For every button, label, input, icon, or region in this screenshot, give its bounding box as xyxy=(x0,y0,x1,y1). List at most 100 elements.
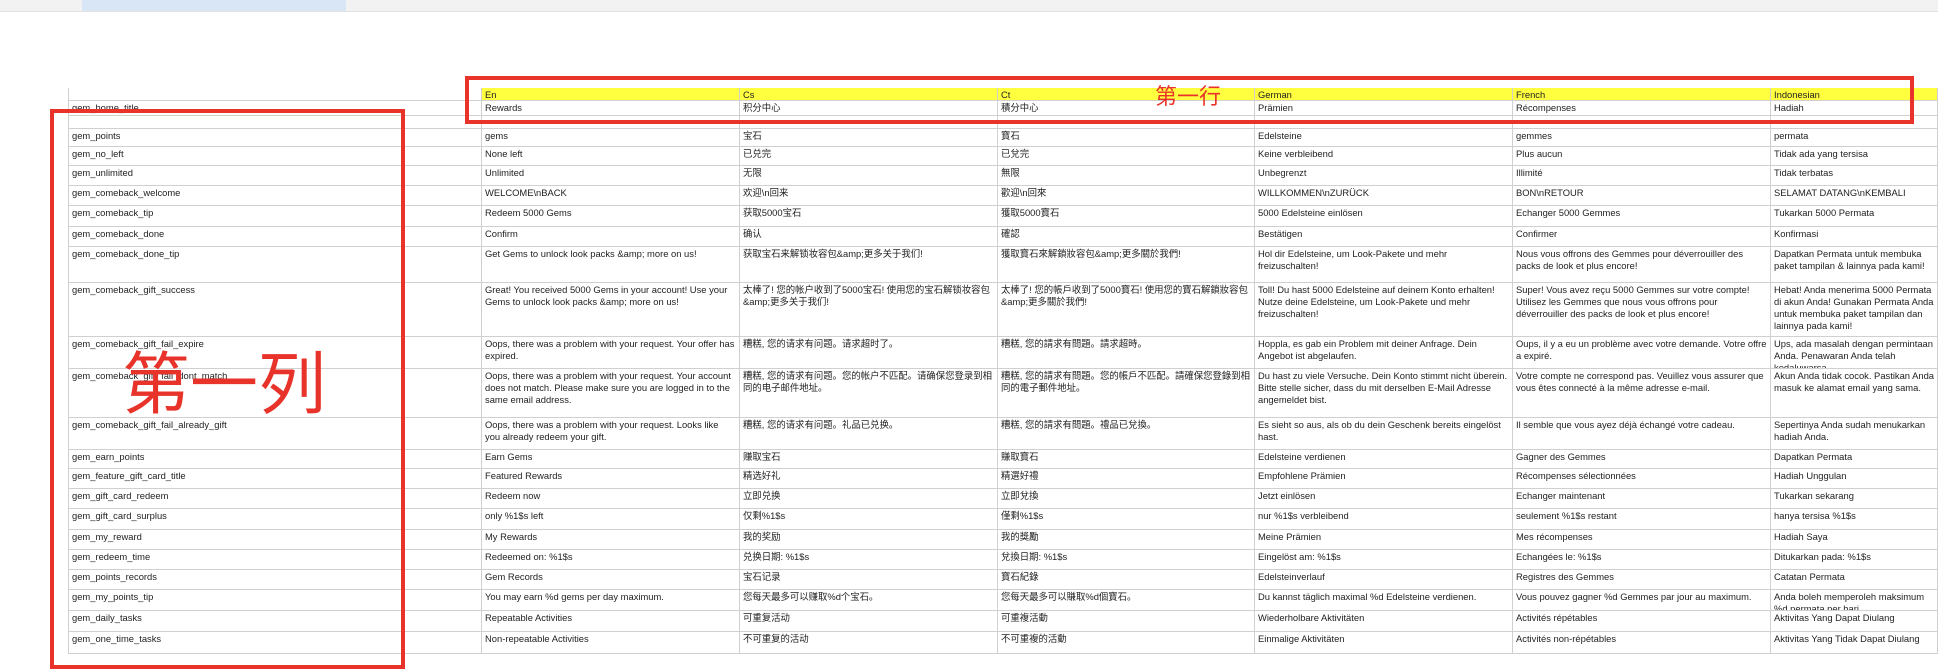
translation-cell[interactable]: You may earn %d gems per day maximum. xyxy=(482,590,740,611)
translation-cell[interactable]: 歡迎\n回來 xyxy=(998,186,1255,206)
translation-cell[interactable]: 无限 xyxy=(740,166,998,186)
translation-cell[interactable]: Activités non-répétables xyxy=(1513,632,1771,654)
translation-cell[interactable]: Es sieht so aus, als ob du dein Geschenk… xyxy=(1255,418,1513,450)
translation-cell[interactable]: Dapatkan Permata untuk membuka paket tam… xyxy=(1771,247,1938,283)
translation-cell[interactable]: 可重複活動 xyxy=(998,611,1255,632)
translation-cell[interactable]: Hadiah Saya xyxy=(1771,530,1938,550)
translation-cell[interactable]: 赚取宝石 xyxy=(740,450,998,469)
translation-cell[interactable]: Get Gems to unlock look packs &amp; more… xyxy=(482,247,740,283)
translation-cell[interactable]: Récompenses sélectionnées xyxy=(1513,469,1771,489)
translation-cell[interactable]: Wiederholbare Aktivitäten xyxy=(1255,611,1513,632)
translation-cell[interactable]: Oops, there was a problem with your requ… xyxy=(482,418,740,450)
translation-cell[interactable]: Illimité xyxy=(1513,166,1771,186)
translation-cell[interactable]: 兑换日期: %1$s xyxy=(740,550,998,570)
translation-cell[interactable]: 糟糕, 您的请求有问题。您的帐户不匹配。请确保您登录到相同的电子邮件地址。 xyxy=(740,369,998,418)
translation-cell[interactable]: 糟糕, 您的请求有问题。请求超时了。 xyxy=(740,337,998,369)
translation-cell[interactable]: Tidak ada yang tersisa xyxy=(1771,147,1938,166)
translation-cell[interactable]: Tukarkan sekarang xyxy=(1771,489,1938,509)
translation-cell[interactable]: 糟糕, 您的請求有問題。請求超時。 xyxy=(998,337,1255,369)
translation-cell[interactable]: Sepertinya Anda sudah menukarkan hadiah … xyxy=(1771,418,1938,450)
translation-cell[interactable]: Catatan Permata xyxy=(1771,570,1938,590)
translation-cell[interactable]: WILLKOMMEN\nZURÜCK xyxy=(1255,186,1513,206)
translation-cell[interactable]: Unbegrenzt xyxy=(1255,166,1513,186)
translation-cell[interactable]: Redeem now xyxy=(482,489,740,509)
translation-cell[interactable]: only %1$s left xyxy=(482,509,740,530)
translation-cell[interactable]: 獲取5000寶石 xyxy=(998,206,1255,227)
translation-cell[interactable]: gems xyxy=(482,129,740,147)
translation-cell[interactable]: 精选好礼 xyxy=(740,469,998,489)
translation-cell[interactable]: 寶石紀錄 xyxy=(998,570,1255,590)
translation-cell[interactable]: 获取宝石来解锁妆容包&amp;更多关于我们! xyxy=(740,247,998,283)
translation-cell[interactable]: Featured Rewards xyxy=(482,469,740,489)
translation-cell[interactable]: Confirmer xyxy=(1513,227,1771,247)
translation-cell[interactable]: 我的奖励 xyxy=(740,530,998,550)
translation-cell[interactable]: WELCOME\nBACK xyxy=(482,186,740,206)
translation-cell[interactable]: Aktivitas Yang Dapat Diulang xyxy=(1771,611,1938,632)
translation-cell[interactable]: 获取5000宝石 xyxy=(740,206,998,227)
translation-cell[interactable]: Repeatable Activities xyxy=(482,611,740,632)
translation-cell[interactable]: Hol dir Edelsteine, um Look-Pakete und m… xyxy=(1255,247,1513,283)
translation-cell[interactable]: Dapatkan Permata xyxy=(1771,450,1938,469)
translation-cell[interactable]: Einmalige Aktivitäten xyxy=(1255,632,1513,654)
translation-cell[interactable]: Redeemed on: %1$s xyxy=(482,550,740,570)
translation-cell[interactable]: 太棒了! 您的帐户收到了5000宝石! 使用您的宝石解锁妆容包&amp;更多关于… xyxy=(740,283,998,337)
translation-cell[interactable]: 無限 xyxy=(998,166,1255,186)
translation-cell[interactable]: Echanger 5000 Gemmes xyxy=(1513,206,1771,227)
translation-cell[interactable]: 欢迎\n回来 xyxy=(740,186,998,206)
translation-cell[interactable]: Votre compte ne correspond pas. Veuillez… xyxy=(1513,369,1771,418)
translation-cell[interactable]: Oops, there was a problem with your requ… xyxy=(482,337,740,369)
translation-cell[interactable]: Eingelöst am: %1$s xyxy=(1255,550,1513,570)
translation-cell[interactable]: permata xyxy=(1771,129,1938,147)
translation-cell[interactable]: Mes récompenses xyxy=(1513,530,1771,550)
translation-cell[interactable]: Il semble que vous ayez déjà échangé vot… xyxy=(1513,418,1771,450)
translation-cell[interactable]: Great! You received 5000 Gems in your ac… xyxy=(482,283,740,337)
translation-cell[interactable]: Non-repeatable Activities xyxy=(482,632,740,654)
translation-cell[interactable]: Earn Gems xyxy=(482,450,740,469)
translation-cell[interactable]: 糟糕, 您的請求有問題。禮品已兌換。 xyxy=(998,418,1255,450)
translation-cell[interactable]: 已兑完 xyxy=(740,147,998,166)
translation-cell[interactable]: Registres des Gemmes xyxy=(1513,570,1771,590)
translation-cell[interactable]: Du hast zu viele Versuche. Dein Konto st… xyxy=(1255,369,1513,418)
translation-cell[interactable]: Edelsteinverlauf xyxy=(1255,570,1513,590)
translation-cell[interactable]: Bestätigen xyxy=(1255,227,1513,247)
translation-cell[interactable]: Edelsteine xyxy=(1255,129,1513,147)
translation-cell[interactable]: Empfohlene Prämien xyxy=(1255,469,1513,489)
translation-cell[interactable]: 寶石 xyxy=(998,129,1255,147)
translation-cell[interactable]: Toll! Du hast 5000 Edelsteine auf deinem… xyxy=(1255,283,1513,337)
translation-cell[interactable]: Hebat! Anda menerima 5000 Permata di aku… xyxy=(1771,283,1938,337)
translation-cell[interactable]: Hadiah Unggulan xyxy=(1771,469,1938,489)
translation-cell[interactable]: hanya tersisa %1$s xyxy=(1771,509,1938,530)
translation-cell[interactable]: Anda boleh memperoleh maksimum %d permat… xyxy=(1771,590,1938,611)
translation-cell[interactable]: 您每天最多可以賺取%d個寶石。 xyxy=(998,590,1255,611)
translation-cell[interactable]: 糟糕, 您的請求有問題。您的帳戶不匹配。請確保您登錄到相同的電子郵件地址。 xyxy=(998,369,1255,418)
translation-cell[interactable]: 宝石 xyxy=(740,129,998,147)
translation-cell[interactable]: gemmes xyxy=(1513,129,1771,147)
translation-cell[interactable]: 可重复活动 xyxy=(740,611,998,632)
translation-cell[interactable]: 宝石记录 xyxy=(740,570,998,590)
translation-cell[interactable]: 确认 xyxy=(740,227,998,247)
translation-cell[interactable]: None left xyxy=(482,147,740,166)
translation-cell[interactable]: Tukarkan 5000 Permata xyxy=(1771,206,1938,227)
translation-cell[interactable]: Oups, il y a eu un problème avec votre d… xyxy=(1513,337,1771,369)
column-header[interactable] xyxy=(68,88,482,101)
translation-cell[interactable]: Super! Vous avez reçu 5000 Gemmes sur vo… xyxy=(1513,283,1771,337)
translation-cell[interactable]: Hoppla, es gab ein Problem mit deiner An… xyxy=(1255,337,1513,369)
translation-cell[interactable]: Echangées le: %1$s xyxy=(1513,550,1771,570)
translation-cell[interactable]: 兌換日期: %1$s xyxy=(998,550,1255,570)
translation-cell[interactable]: 精選好禮 xyxy=(998,469,1255,489)
translation-cell[interactable]: 我的獎勵 xyxy=(998,530,1255,550)
translation-cell[interactable]: Echanger maintenant xyxy=(1513,489,1771,509)
translation-cell[interactable]: Ditukarkan pada: %1$s xyxy=(1771,550,1938,570)
translation-cell[interactable]: Aktivitas Yang Tidak Dapat Diulang xyxy=(1771,632,1938,654)
translation-cell[interactable]: Gagner des Gemmes xyxy=(1513,450,1771,469)
translation-cell[interactable]: 僅剩%1$s xyxy=(998,509,1255,530)
translation-cell[interactable]: Konfirmasi xyxy=(1771,227,1938,247)
translation-cell[interactable]: 賺取寶石 xyxy=(998,450,1255,469)
translation-cell[interactable]: Du kannst täglich maximal %d Edelsteine … xyxy=(1255,590,1513,611)
translation-cell[interactable]: 您每天最多可以赚取%d个宝石。 xyxy=(740,590,998,611)
translation-cell[interactable]: Edelsteine verdienen xyxy=(1255,450,1513,469)
translation-cell[interactable]: 已兌完 xyxy=(998,147,1255,166)
translation-cell[interactable]: Ups, ada masalah dengan permintaan Anda.… xyxy=(1771,337,1938,369)
translation-cell[interactable]: Jetzt einlösen xyxy=(1255,489,1513,509)
translation-cell[interactable]: 立即兑换 xyxy=(740,489,998,509)
